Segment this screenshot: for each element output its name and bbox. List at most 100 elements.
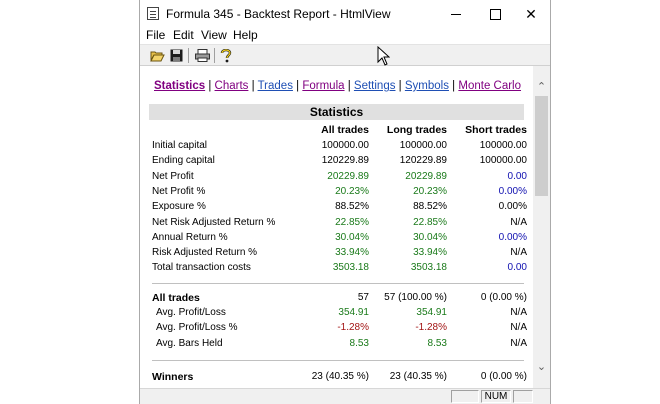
section-divider [152,283,524,284]
stat-row-label: Exposure % [152,201,206,213]
trade-row-short: N/A [510,337,527,349]
stat-row-all: 3503.18 [332,262,369,274]
nav-trades[interactable]: Trades [258,80,293,92]
stat-row-all: 88.52% [335,201,369,213]
maximize-button[interactable] [475,0,515,28]
stat-row-all: 100000.00 [321,140,369,151]
stat-row-label: Total transaction costs [152,262,251,274]
winners-short: 0 (0.00 %) [480,371,527,382]
menu-edit[interactable]: Edit [173,28,194,42]
status-bar: NUM [140,388,550,404]
chevron-down-icon: ⌄ [536,361,547,373]
trade-row-long: 354.91 [416,307,447,318]
trade-row-all: 8.53 [349,337,369,349]
print-button[interactable] [194,48,210,63]
help-button[interactable] [218,48,234,63]
stat-row-short: 100000.00 [479,155,527,167]
nav-charts[interactable]: Charts [215,80,249,92]
section-divider [152,360,524,361]
stat-row-label: Net Risk Adjusted Return % [152,216,276,228]
all-trades-all: 57 [357,292,369,303]
stat-row-all: 20.23% [335,185,369,197]
minimize-icon [451,13,461,15]
toolbar-separator [188,48,189,63]
vertical-scrollbar[interactable]: ⌃ ⌄ [533,66,550,388]
status-panel-empty [513,390,533,403]
close-button[interactable]: ✕ [511,0,551,28]
stat-row-label: Annual Return % [152,231,228,243]
save-button[interactable] [168,48,184,63]
trade-row-short: N/A [510,322,527,334]
nav-statistics[interactable]: Statistics [154,80,205,92]
all-trades-long: 57 (100.00 %) [384,292,447,303]
stat-row-short: N/A [510,247,527,259]
menu-bar: File Edit View Help [140,28,550,44]
stat-row-all: 30.04% [335,231,369,243]
stat-row-long: 20.23% [413,185,447,197]
minimize-button[interactable] [436,0,476,28]
winners-all: 23 (40.35 %) [311,371,369,382]
stat-row-short: N/A [510,216,527,228]
title-bar[interactable]: Formula 345 - Backtest Report - HtmlView… [140,0,550,28]
report-content[interactable]: Statistics | Charts | Trades | Formula |… [140,66,533,388]
stat-row-long: 120229.89 [399,155,447,167]
trade-row-long: 8.53 [427,337,447,349]
stat-row-all: 20229.89 [327,170,369,182]
report-window: Formula 345 - Backtest Report - HtmlView… [139,0,551,404]
menu-file[interactable]: File [146,28,165,42]
stat-row-label: Risk Adjusted Return % [152,247,258,259]
maximize-icon [489,8,501,20]
close-icon: ✕ [525,5,537,22]
window-title: Formula 345 - Backtest Report - HtmlView [166,7,391,21]
stat-row-all: 22.85% [335,216,369,228]
nav-symbols[interactable]: Symbols [405,80,449,92]
stat-row-long: 22.85% [413,216,447,228]
stat-row-label: Initial capital [152,140,208,151]
stat-row-long: 100000.00 [399,140,447,151]
winners-long: 23 (40.35 %) [389,371,447,382]
scroll-up-button[interactable]: ⌃ [533,78,550,95]
stat-row-label: Net Profit [152,170,194,182]
trade-row-long: -1.28% [415,322,447,334]
trade-row-label: Avg. Profit/Loss % [156,322,238,334]
stat-row-label: Ending capital [152,155,215,167]
nav-monte-carlo[interactable]: Monte Carlo [458,80,521,92]
stat-row-short: 0.00 [507,170,527,182]
stat-row-long: 3503.18 [410,262,447,274]
stat-row-label: Net Profit % [152,185,206,197]
winners-label: Winners [152,371,194,383]
stat-row-short: 0.00% [498,231,527,243]
menu-view[interactable]: View [201,28,227,42]
stat-row-short: 0.00% [498,185,527,197]
open-button[interactable] [149,48,165,63]
all-trades-short: 0 (0.00 %) [480,292,527,303]
mouse-pointer-icon [377,46,390,66]
scroll-down-button[interactable]: ⌄ [533,358,550,375]
stat-row-long: 30.04% [413,231,447,243]
num-lock-indicator: NUM [481,390,511,403]
trade-row-all: -1.28% [337,322,369,334]
scroll-thumb[interactable] [535,96,548,196]
toolbar [140,44,550,66]
stat-row-long: 33.94% [413,247,447,259]
trade-row-label: Avg. Profit/Loss [156,307,226,318]
stat-row-all: 120229.89 [321,155,369,167]
stat-row-short: 0.00 [507,262,527,274]
menu-help[interactable]: Help [233,28,258,42]
nav-formula[interactable]: Formula [302,80,344,92]
col-header-short: Short trades [465,124,527,136]
report-nav: Statistics | Charts | Trades | Formula |… [154,80,522,92]
trade-row-short: N/A [510,307,527,318]
chevron-up-icon: ⌃ [536,81,547,93]
stat-row-long: 20229.89 [405,170,447,182]
nav-settings[interactable]: Settings [354,80,396,92]
save-icon [170,49,182,62]
trade-row-all: 354.91 [338,307,369,318]
stat-row-short: 100000.00 [479,140,527,151]
col-header-all: All trades [321,124,369,136]
section-title: Statistics [149,104,524,120]
toolbar-separator [214,48,215,63]
all-trades-label: All trades [152,292,200,304]
app-icon[interactable] [147,7,159,20]
print-icon [194,49,210,62]
